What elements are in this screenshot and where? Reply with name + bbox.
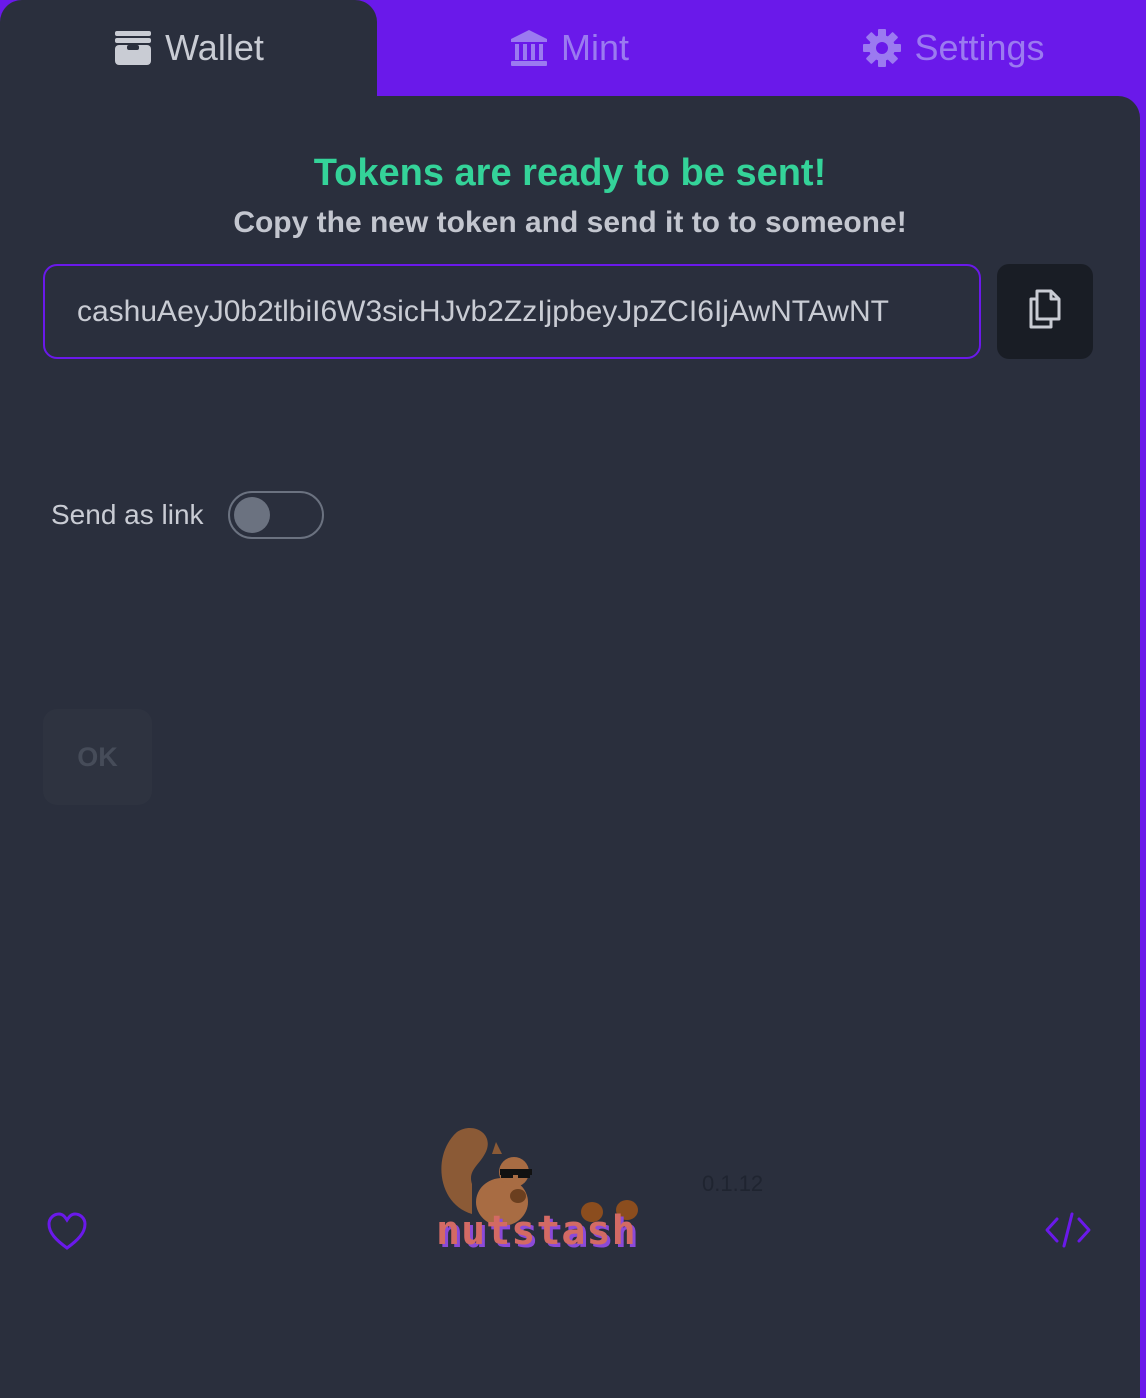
send-subtitle: Copy the new token and send it to to som… bbox=[233, 206, 907, 239]
tab-mint[interactable]: Mint bbox=[377, 0, 761, 96]
tab-wallet-label: Wallet bbox=[165, 27, 264, 68]
tab-wallet[interactable]: Wallet bbox=[0, 0, 377, 96]
token-input[interactable] bbox=[77, 294, 947, 329]
logo-text: nutstash bbox=[436, 1208, 637, 1254]
version-label: 0.1.12 bbox=[702, 1171, 764, 1196]
token-field[interactable] bbox=[43, 264, 981, 359]
tab-settings-label: Settings bbox=[914, 27, 1045, 68]
tab-bar: Wallet Mint Settings bbox=[0, 0, 1146, 96]
send-title: Tokens are ready to be sent! bbox=[313, 152, 827, 194]
gear-icon bbox=[862, 28, 902, 68]
send-as-link-row: Send as link bbox=[51, 491, 324, 539]
tab-settings[interactable]: Settings bbox=[761, 0, 1146, 96]
heart-icon[interactable] bbox=[46, 1212, 88, 1257]
copy-button[interactable] bbox=[997, 264, 1093, 359]
tab-mint-label: Mint bbox=[560, 27, 629, 68]
send-as-link-label: Send as link bbox=[51, 499, 204, 530]
bank-icon bbox=[509, 28, 549, 68]
code-icon[interactable] bbox=[1044, 1212, 1092, 1253]
toggle-knob bbox=[233, 497, 270, 533]
send-as-link-toggle[interactable] bbox=[227, 491, 324, 539]
copy-icon bbox=[1025, 287, 1065, 336]
wallet-icon bbox=[113, 29, 153, 67]
ok-button[interactable]: OK bbox=[43, 709, 152, 805]
